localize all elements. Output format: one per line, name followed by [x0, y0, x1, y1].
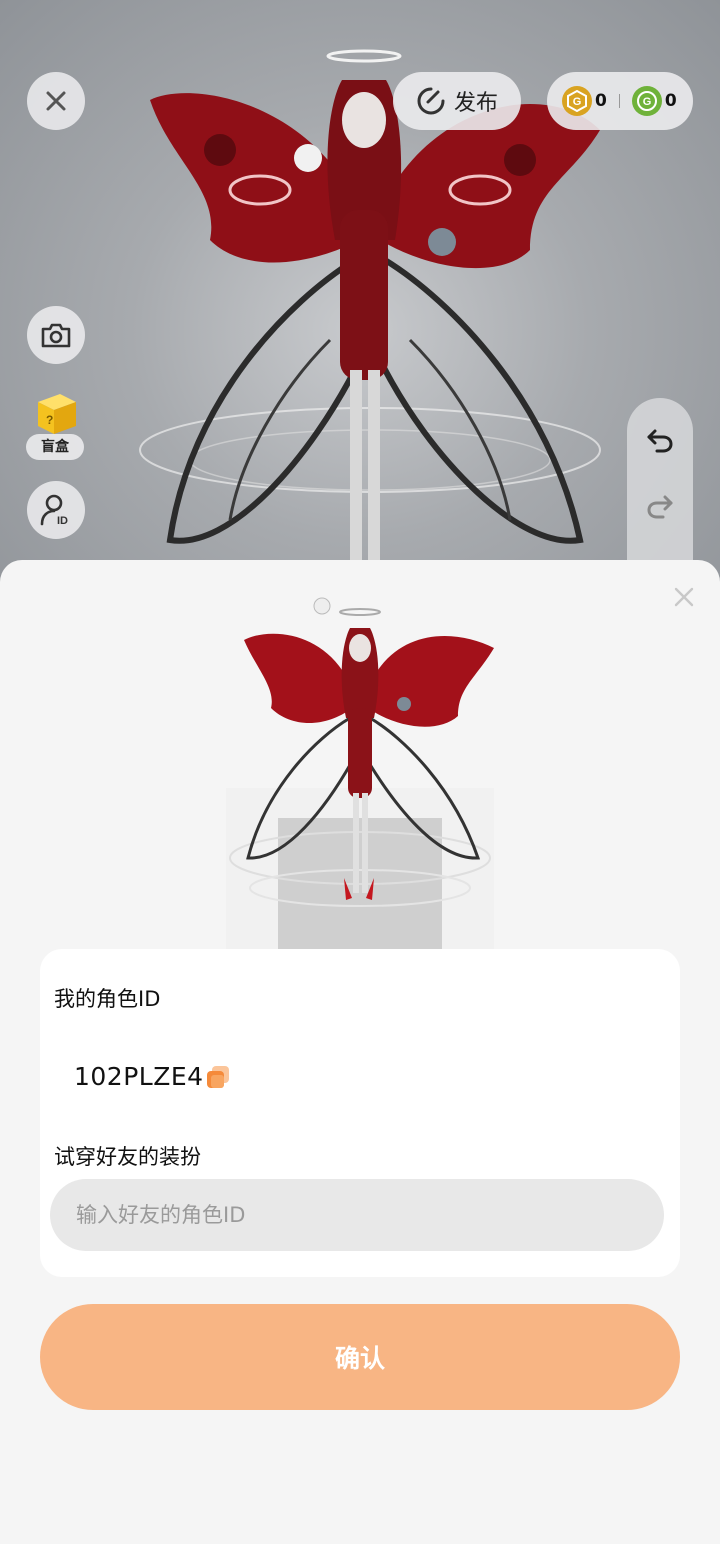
avatar-stage[interactable]: 发布 G 0 G 0 ? 盲盒 ID: [0, 0, 720, 600]
copy-icon[interactable]: [205, 1064, 231, 1090]
publish-label: 发布: [453, 91, 498, 116]
coin-balance[interactable]: G 0 G 0: [547, 72, 693, 130]
role-id-title: 我的角色ID: [54, 987, 161, 1011]
camera-button[interactable]: [27, 306, 85, 364]
profile-id-button[interactable]: ID: [27, 481, 85, 539]
coin-divider: [618, 94, 620, 108]
sheet-close-icon[interactable]: [672, 585, 696, 609]
svg-text:ID: ID: [57, 515, 68, 527]
green-coin-icon: G: [631, 86, 662, 116]
friend-id-input[interactable]: [50, 1179, 664, 1251]
camera-icon: [41, 323, 71, 348]
close-icon: [46, 91, 66, 111]
role-id-card: 我的角色ID 102PLZE4 试穿好友的装扮: [40, 949, 680, 1277]
blindbox-label: 盲盒: [26, 434, 84, 460]
undo-icon[interactable]: [645, 426, 675, 456]
close-button[interactable]: [27, 72, 85, 130]
avatar-preview-image: [226, 588, 494, 950]
blindbox-button[interactable]: ? 盲盒: [26, 388, 86, 460]
svg-text:?: ?: [46, 413, 53, 427]
blindbox-icon: ?: [38, 394, 76, 434]
role-id-value: 102PLZE4: [74, 1062, 204, 1091]
publish-button[interactable]: 发布: [393, 72, 521, 130]
try-on-sheet: 我的角色ID 102PLZE4 试穿好友的装扮 确认: [0, 560, 720, 1544]
profile-id-icon: ID: [40, 494, 68, 527]
gold-coin-count: 0: [595, 91, 607, 111]
gold-coin-icon: G: [562, 86, 592, 116]
try-on-title: 试穿好友的装扮: [54, 1145, 201, 1169]
confirm-button[interactable]: 确认: [40, 1304, 680, 1410]
green-coin-count: 0: [664, 91, 677, 111]
svg-text:G: G: [573, 96, 582, 108]
avatar-figure: [139, 49, 601, 560]
svg-text:G: G: [643, 96, 652, 108]
redo-icon[interactable]: [645, 492, 675, 522]
publish-icon: [417, 87, 445, 115]
